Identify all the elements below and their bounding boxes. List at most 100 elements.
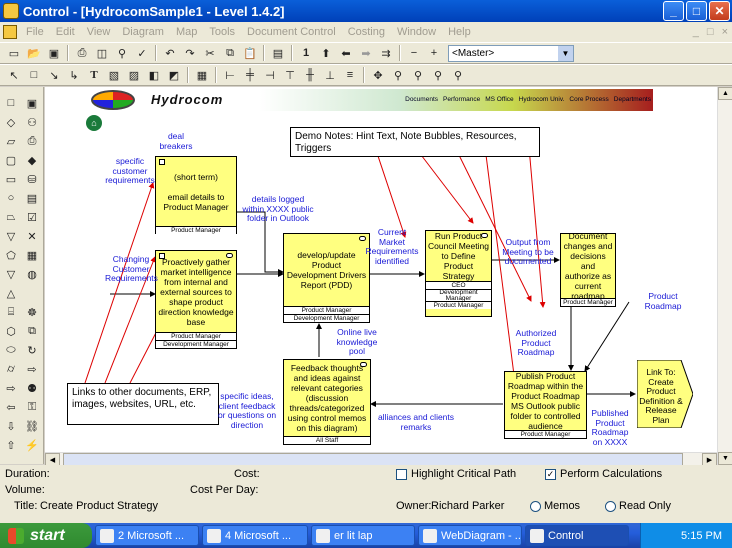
menu-map[interactable]: Map (170, 26, 203, 38)
back-icon[interactable]: ⬅ (337, 44, 355, 62)
triangle-shape-icon[interactable]: △ (3, 285, 19, 301)
align-right-icon[interactable]: ⊣ (261, 66, 279, 84)
rectangle-tool-icon[interactable]: □ (25, 66, 43, 84)
owner-value[interactable]: Richard Parker (431, 500, 504, 512)
circle-shape-icon[interactable]: ○ (3, 190, 19, 206)
delete-icon[interactable]: ✕ (24, 228, 40, 244)
taskbar-item-webdiagram[interactable]: WebDiagram - ... (418, 525, 522, 546)
document-shape-icon[interactable]: ⌸ (3, 304, 19, 320)
menu-help[interactable]: Help (442, 26, 477, 38)
form-icon[interactable]: ▤ (24, 190, 40, 206)
checkbox-icon[interactable]: ☑ (24, 209, 40, 225)
table-icon[interactable]: ▦ (24, 247, 40, 263)
perform-calculations-checkbox[interactable]: ✓ Perform Calculations (545, 468, 662, 480)
find-icon[interactable]: ⚲ (113, 44, 131, 62)
link-icon[interactable]: ⛓ (24, 418, 40, 434)
new-document-icon[interactable]: ▭ (5, 44, 23, 62)
read-only-radio[interactable]: Read Only (605, 500, 671, 512)
menu-costing[interactable]: Costing (342, 26, 391, 38)
rectangle-shape-icon[interactable]: □ (3, 95, 19, 111)
pan-icon[interactable]: ✥ (369, 66, 387, 84)
printer-icon[interactable]: ⎙ (24, 133, 40, 149)
taskbar-item-microsoft-1[interactable]: 2 Microsoft ... (95, 525, 199, 546)
diamond-shape-icon[interactable]: ◇ (3, 114, 19, 130)
process-gather-intelligence[interactable]: Proactively gather market intelligence f… (155, 250, 237, 349)
image-tool-icon[interactable]: ▧ (105, 66, 123, 84)
team-icon[interactable]: ⚇ (24, 114, 40, 130)
menu-window[interactable]: Window (391, 26, 442, 38)
zoom-width-icon[interactable]: ⚲ (429, 66, 447, 84)
arrow-up-shape-icon[interactable]: ⇧ (3, 437, 19, 453)
print-icon[interactable]: ⎙ (73, 44, 91, 62)
resource-icon[interactable]: ☸ (24, 304, 40, 320)
zoom-icon[interactable]: ⚲ (389, 66, 407, 84)
paste-icon[interactable]: 📋 (241, 44, 259, 62)
process-feedback[interactable]: Feedback thoughts and ideas against rele… (283, 359, 371, 445)
process-publish-roadmap[interactable]: Publish Product Roadmap within the Produ… (504, 371, 587, 439)
arrow-down-shape-icon[interactable]: ⇩ (3, 418, 19, 434)
grid-icon[interactable]: ▦ (193, 66, 211, 84)
trigger-icon[interactable]: ⚡ (24, 437, 40, 453)
align-top-icon[interactable]: ⊤ (281, 66, 299, 84)
process-email-details[interactable]: (short term) email details to Product Ma… (155, 156, 237, 234)
start-button[interactable]: start (0, 523, 92, 548)
export-icon[interactable]: ⇨ (24, 361, 40, 377)
callout-shape-icon[interactable]: ▢ (3, 152, 19, 168)
text-tool-icon[interactable]: T (85, 66, 103, 84)
taskbar-item-folder[interactable]: er lit lap (311, 525, 415, 546)
database-icon[interactable]: ⛁ (24, 171, 40, 187)
vertical-scrollbar[interactable]: ▲ ▼ (717, 87, 732, 465)
zoom-out-icon[interactable]: − (405, 44, 423, 62)
eraser-icon[interactable]: ◆ (24, 152, 40, 168)
align-left-icon[interactable]: ⊢ (221, 66, 239, 84)
pentagon-shape-icon[interactable]: ⬠ (3, 247, 19, 263)
rounded-rect-shape-icon[interactable]: ▭ (3, 171, 19, 187)
globe-icon[interactable]: ◍ (24, 266, 40, 282)
document-icon[interactable] (3, 25, 17, 39)
menu-file[interactable]: File (20, 26, 50, 38)
ungroup-icon[interactable]: ◧ (145, 66, 163, 84)
triangle-down-shape-icon[interactable]: ▽ (3, 266, 19, 282)
title-value[interactable]: Create Product Strategy (40, 500, 158, 512)
cut-icon[interactable]: ✂ (201, 44, 219, 62)
taskbar-item-microsoft-word[interactable]: 4 Microsoft ... (202, 525, 308, 546)
maximize-button[interactable]: □ (686, 1, 707, 21)
close-button[interactable]: ✕ (709, 1, 730, 21)
demo-notes-box[interactable]: Demo Notes: Hint Text, Note Bubbles, Res… (290, 127, 540, 157)
menu-view[interactable]: View (81, 26, 117, 38)
zoom-fit-icon[interactable]: ⚲ (409, 66, 427, 84)
align-bottom-icon[interactable]: ⊥ (321, 66, 339, 84)
zoom-in-icon[interactable]: + (425, 44, 443, 62)
distribute-icon[interactable]: ≡ (341, 66, 359, 84)
spell-check-icon[interactable]: ✓ (133, 44, 151, 62)
level-select[interactable]: <Master> ▼ (448, 44, 574, 62)
level-number[interactable]: 1 (297, 44, 315, 62)
cylinder-shape-icon[interactable]: ⌭ (3, 361, 19, 377)
group-icon[interactable]: ▨ (125, 66, 143, 84)
arrow-left-shape-icon[interactable]: ⇦ (3, 399, 19, 415)
menu-edit[interactable]: Edit (50, 26, 81, 38)
hexagon-shape-icon[interactable]: ⬡ (3, 323, 19, 339)
ellipse-shape-icon[interactable]: ⬭ (3, 342, 19, 358)
process-run-council[interactable]: Run Product Council Meeting to Define Pr… (425, 230, 492, 317)
layer-icon[interactable]: ◩ (165, 66, 183, 84)
save-icon[interactable]: ▣ (45, 44, 63, 62)
go-icon[interactable]: ⇉ (377, 44, 395, 62)
pointer-icon[interactable]: ↖ (5, 66, 23, 84)
properties-icon[interactable]: ▤ (269, 44, 287, 62)
manual-op-shape-icon[interactable]: ▽ (3, 228, 19, 244)
print-preview-icon[interactable]: ◫ (93, 44, 111, 62)
open-folder-icon[interactable]: 📂 (25, 44, 43, 62)
mdi-close-button[interactable]: × (722, 26, 728, 38)
diagram-canvas[interactable]: Hydrocom Documents Performance MS Office… (45, 87, 717, 452)
undo-icon[interactable]: ↶ (161, 44, 179, 62)
people-icon[interactable]: ⚉ (24, 380, 40, 396)
line-tool-icon[interactable]: ↘ (45, 66, 63, 84)
link-to-text[interactable]: Link To: Create Product Definition & Rel… (637, 367, 685, 425)
zoom-page-icon[interactable]: ⚲ (449, 66, 467, 84)
links-notes-box[interactable]: Links to other documents, ERP, images, w… (67, 383, 219, 425)
menu-tools[interactable]: Tools (203, 26, 241, 38)
key-icon[interactable]: ⚿ (24, 399, 40, 415)
align-middle-icon[interactable]: ╫ (301, 66, 319, 84)
horizontal-scrollbar[interactable]: ◀ ▶ (45, 452, 717, 466)
